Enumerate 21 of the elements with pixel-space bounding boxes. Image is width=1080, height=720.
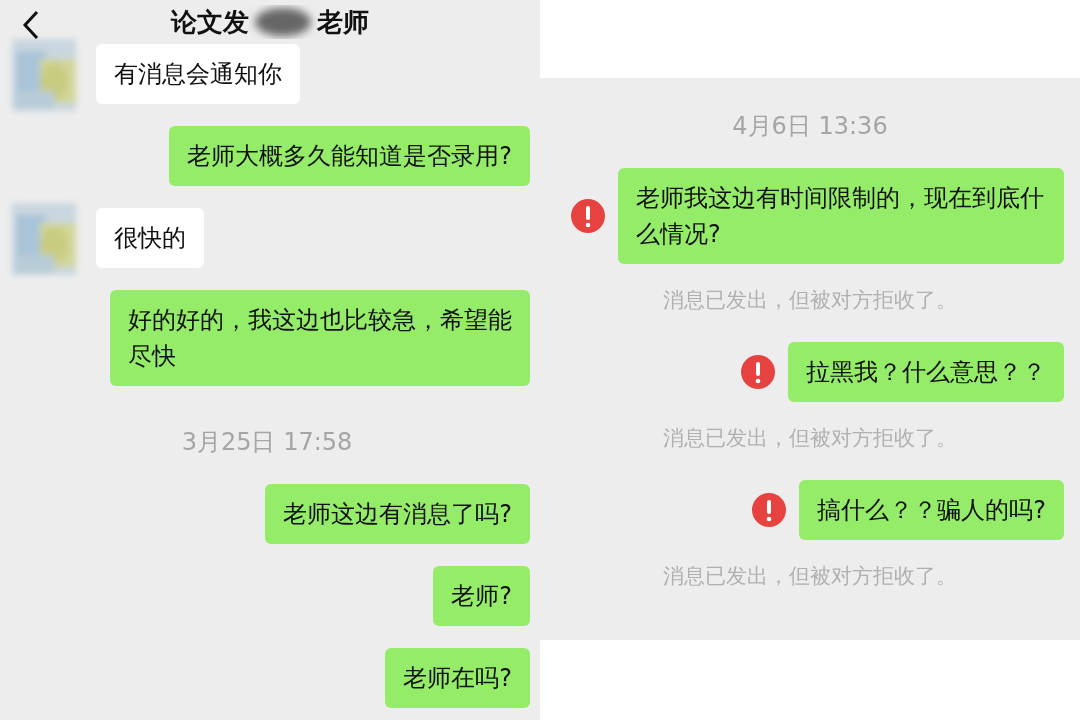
back-icon[interactable] bbox=[22, 10, 40, 40]
message-bubble: 老师? bbox=[433, 566, 530, 626]
message-bubble: 很快的 bbox=[96, 208, 204, 268]
message-bubble: 好的好的，我这边也比较急，希望能尽快 bbox=[110, 290, 530, 386]
timestamp: 3月25日 17:58 bbox=[181, 428, 353, 456]
message-bubble: 拉黑我？什么意思？？ bbox=[788, 342, 1064, 402]
message-bubble: 老师大概多久能知道是否录用? bbox=[169, 126, 530, 186]
error-icon bbox=[751, 492, 788, 528]
message-bubble: 老师我这边有时间限制的，现在到底什么情况? bbox=[618, 168, 1064, 264]
chat-title: 论文发 bbox=[171, 5, 249, 39]
message-bubble: 老师在吗? bbox=[385, 648, 530, 708]
error-icon bbox=[570, 198, 606, 234]
rejection-notice: 消息已发出，但被对方拒收了。 bbox=[663, 426, 957, 450]
message-bubble: 搞什么？？骗人的吗? bbox=[799, 480, 1064, 540]
error-icon bbox=[740, 354, 776, 390]
message-bubble: 老师这边有消息了吗? bbox=[265, 484, 530, 544]
rejection-notice: 消息已发出，但被对方拒收了。 bbox=[663, 288, 957, 312]
message-bubble: 有消息会通知你 bbox=[96, 44, 300, 104]
timestamp: 4月6日 13:36 bbox=[732, 112, 888, 140]
chat-title: 老师 bbox=[317, 5, 369, 39]
rejection-notice: 消息已发出，但被对方拒收了。 bbox=[663, 564, 957, 588]
